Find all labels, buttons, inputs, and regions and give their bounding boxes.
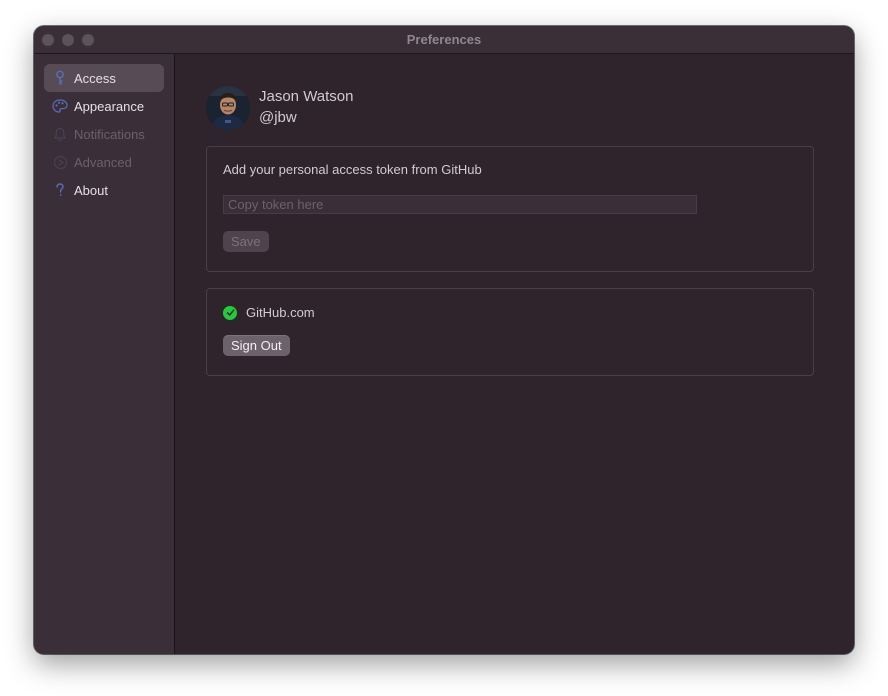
sidebar-item-appearance[interactable]: Appearance [44, 92, 164, 120]
sidebar-item-notifications[interactable]: Notifications [44, 120, 164, 148]
check-circle-icon [223, 305, 237, 320]
save-button[interactable]: Save [223, 231, 269, 252]
status-section: GitHub.com Sign Out [206, 288, 814, 376]
preferences-window: Preferences Access Appearance Notificati… [34, 26, 854, 654]
window-title: Preferences [406, 32, 482, 47]
sidebar-item-label: Access [74, 70, 116, 86]
bell-icon [51, 125, 69, 143]
sidebar-item-advanced[interactable]: Advanced [44, 148, 164, 176]
connection-status: GitHub.com [223, 305, 315, 320]
token-heading: Add your personal access token from GitH… [223, 162, 482, 177]
question-mark-icon [51, 181, 69, 199]
host-label: GitHub.com [246, 305, 315, 320]
sidebar-item-label: Notifications [74, 126, 145, 142]
advanced-icon [51, 153, 69, 171]
sign-out-button[interactable]: Sign Out [223, 335, 290, 356]
sidebar-item-access[interactable]: Access [44, 64, 164, 92]
avatar [206, 86, 250, 130]
token-input[interactable] [223, 195, 697, 214]
key-icon [51, 69, 69, 87]
title-bar: Preferences [34, 26, 854, 54]
user-name: Jason Watson [259, 88, 354, 105]
token-section: Add your personal access token from GitH… [206, 146, 814, 272]
sidebar-item-label: About [74, 182, 108, 198]
content-pane: Jason Watson @jbw Add your personal acce… [175, 54, 854, 654]
sidebar: Access Appearance Notifications Advanced… [34, 54, 175, 654]
sidebar-item-label: Appearance [74, 98, 145, 114]
sidebar-item-about[interactable]: About [44, 176, 164, 204]
palette-icon [51, 97, 69, 115]
user-handle: @jbw [259, 109, 297, 126]
sidebar-item-label: Advanced [74, 154, 132, 170]
